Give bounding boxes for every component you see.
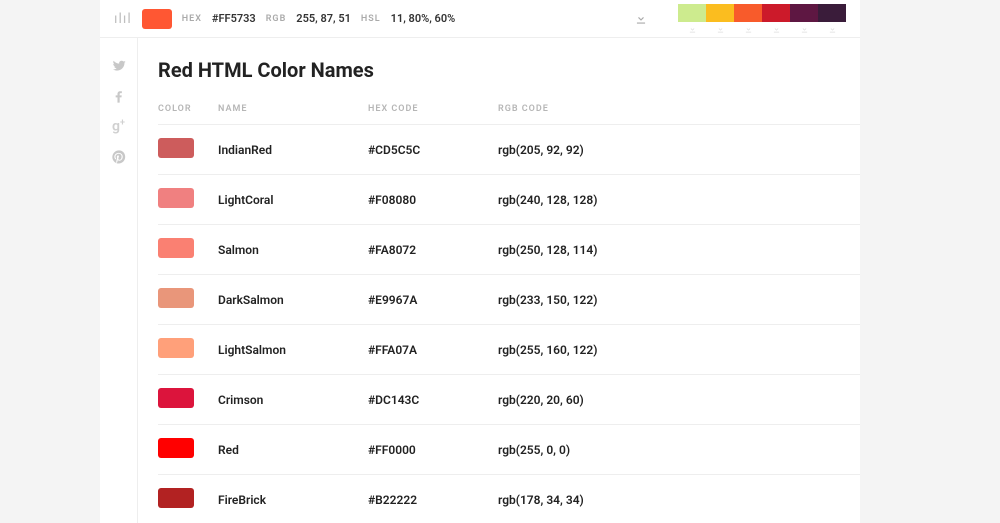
- th-rgb: RGB CODE: [498, 98, 860, 125]
- row-hex: #CD5C5C: [368, 125, 498, 175]
- social-share: g+: [100, 38, 138, 523]
- row-rgb: rgb(205, 92, 92): [498, 125, 860, 175]
- main-content: Red HTML Color Names COLOR NAME HEX CODE…: [138, 38, 860, 523]
- palette: [678, 4, 846, 34]
- googleplus-icon[interactable]: g+: [112, 118, 125, 135]
- topbar: ılıl HEX #FF5733 RGB 255, 87, 51 HSL 11,…: [100, 0, 860, 38]
- row-hex: #FA8072: [368, 225, 498, 275]
- table-row[interactable]: Red#FF0000rgb(255, 0, 0): [158, 425, 860, 475]
- row-hex: #DC143C: [368, 375, 498, 425]
- palette-swatch[interactable]: [678, 4, 706, 22]
- palette-item[interactable]: [678, 4, 706, 34]
- row-swatch: [158, 338, 194, 358]
- palette-download-icon[interactable]: [688, 25, 697, 34]
- row-name: IndianRed: [218, 125, 368, 175]
- hex-label: HEX: [182, 14, 202, 24]
- row-name: LightSalmon: [218, 325, 368, 375]
- row-rgb: rgb(255, 0, 0): [498, 425, 860, 475]
- palette-download-icon[interactable]: [772, 25, 781, 34]
- hsl-value: 11, 80%, 60%: [391, 12, 456, 25]
- rgb-value: 255, 87, 51: [296, 12, 351, 25]
- th-color: COLOR: [158, 98, 218, 125]
- row-swatch: [158, 488, 194, 508]
- palette-swatch[interactable]: [818, 4, 846, 22]
- row-hex: #FF0000: [368, 425, 498, 475]
- row-hex: #FFA07A: [368, 325, 498, 375]
- row-hex: #E9967A: [368, 275, 498, 325]
- palette-swatch[interactable]: [790, 4, 818, 22]
- palette-download-icon[interactable]: [828, 25, 837, 34]
- color-table: COLOR NAME HEX CODE RGB CODE IndianRed#C…: [158, 98, 860, 523]
- download-icon[interactable]: [634, 12, 648, 26]
- hex-value: #FF5733: [212, 12, 256, 25]
- row-hex: #B22222: [368, 475, 498, 523]
- palette-item[interactable]: [818, 4, 846, 34]
- row-name: Crimson: [218, 375, 368, 425]
- palette-download-icon[interactable]: [744, 25, 753, 34]
- th-name: NAME: [218, 98, 368, 125]
- main-color-swatch[interactable]: [142, 9, 172, 29]
- palette-item[interactable]: [734, 4, 762, 34]
- row-swatch: [158, 238, 194, 258]
- pinterest-icon[interactable]: [111, 149, 127, 165]
- row-name: FireBrick: [218, 475, 368, 523]
- row-swatch: [158, 188, 194, 208]
- page-title: Red HTML Color Names: [158, 58, 860, 82]
- table-row[interactable]: Salmon#FA8072rgb(250, 128, 114): [158, 225, 860, 275]
- th-hex: HEX CODE: [368, 98, 498, 125]
- table-row[interactable]: IndianRed#CD5C5Crgb(205, 92, 92): [158, 125, 860, 175]
- color-table-body: IndianRed#CD5C5Crgb(205, 92, 92)LightCor…: [158, 125, 860, 523]
- palette-download-icon[interactable]: [716, 25, 725, 34]
- rgb-label: RGB: [266, 14, 287, 24]
- row-swatch: [158, 288, 194, 308]
- palette-item[interactable]: [762, 4, 790, 34]
- row-rgb: rgb(250, 128, 114): [498, 225, 860, 275]
- palette-swatch[interactable]: [734, 4, 762, 22]
- row-rgb: rgb(240, 128, 128): [498, 175, 860, 225]
- row-rgb: rgb(220, 20, 60): [498, 375, 860, 425]
- row-hex: #F08080: [368, 175, 498, 225]
- table-row[interactable]: LightSalmon#FFA07Argb(255, 160, 122): [158, 325, 860, 375]
- row-name: Red: [218, 425, 368, 475]
- row-swatch: [158, 438, 194, 458]
- palette-item[interactable]: [790, 4, 818, 34]
- hsl-label: HSL: [361, 14, 381, 24]
- table-row[interactable]: DarkSalmon#E9967Argb(233, 150, 122): [158, 275, 860, 325]
- stats-icon[interactable]: ılıl: [114, 11, 132, 27]
- table-row[interactable]: Crimson#DC143Crgb(220, 20, 60): [158, 375, 860, 425]
- row-name: LightCoral: [218, 175, 368, 225]
- palette-swatch[interactable]: [706, 4, 734, 22]
- twitter-icon[interactable]: [111, 58, 127, 74]
- palette-item[interactable]: [706, 4, 734, 34]
- palette-swatch[interactable]: [762, 4, 790, 22]
- row-rgb: rgb(178, 34, 34): [498, 475, 860, 523]
- row-name: DarkSalmon: [218, 275, 368, 325]
- row-name: Salmon: [218, 225, 368, 275]
- row-swatch: [158, 388, 194, 408]
- palette-download-icon[interactable]: [800, 25, 809, 34]
- row-rgb: rgb(233, 150, 122): [498, 275, 860, 325]
- row-swatch: [158, 138, 194, 158]
- table-row[interactable]: LightCoral#F08080rgb(240, 128, 128): [158, 175, 860, 225]
- row-rgb: rgb(255, 160, 122): [498, 325, 860, 375]
- table-row[interactable]: FireBrick#B22222rgb(178, 34, 34): [158, 475, 860, 523]
- facebook-icon[interactable]: [111, 88, 127, 104]
